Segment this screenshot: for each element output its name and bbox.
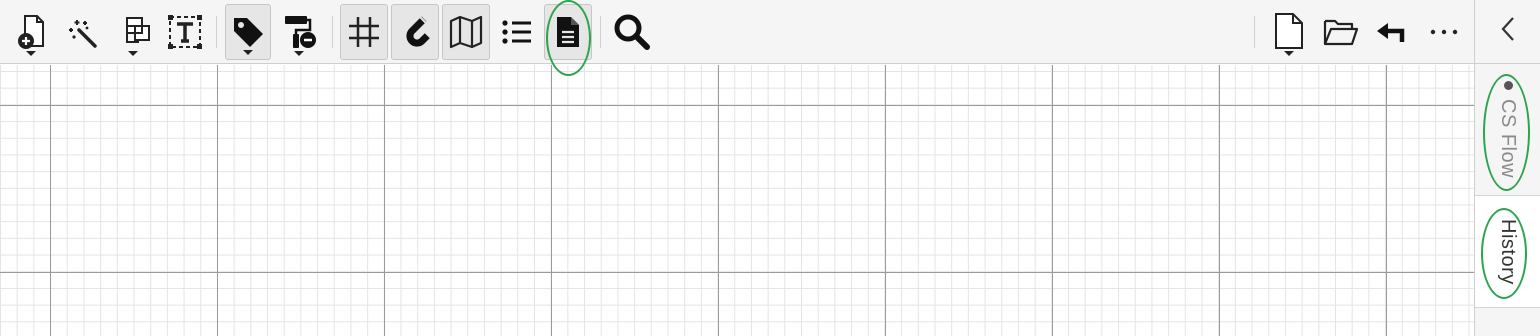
layers-icon [115, 12, 151, 52]
dropdown-caret-icon[interactable] [128, 51, 138, 56]
add-page-icon [13, 12, 49, 52]
diagram-canvas[interactable] [0, 65, 1474, 336]
tab-history[interactable]: History [1475, 196, 1540, 308]
search-icon [612, 12, 652, 52]
document-properties-button[interactable] [544, 4, 592, 60]
active-indicator-dot [1504, 81, 1513, 90]
grid-icon [347, 15, 381, 49]
magnet-icon [398, 15, 432, 49]
right-sidebar: CS Flow History [1474, 0, 1540, 336]
text-tool-button[interactable] [162, 4, 208, 60]
main-toolbar [0, 0, 1474, 64]
magic-wand-button[interactable] [60, 4, 106, 60]
collapse-sidebar-button[interactable] [1475, 0, 1540, 64]
document-icon [553, 15, 583, 49]
dropdown-caret-icon[interactable] [294, 51, 304, 56]
toolbar-divider [600, 16, 601, 48]
tag-button[interactable] [225, 4, 271, 60]
search-button[interactable] [609, 4, 655, 60]
magic-wand-icon [65, 14, 101, 50]
outline-button[interactable] [494, 4, 540, 60]
folder-open-icon [1322, 15, 1360, 49]
tag-icon [231, 15, 265, 49]
map-icon [448, 14, 484, 50]
grid-toggle[interactable] [340, 4, 388, 60]
new-shape-button[interactable] [8, 4, 54, 60]
arrange-button[interactable] [110, 4, 156, 60]
text-box-icon [165, 12, 205, 52]
dropdown-caret-icon[interactable] [1284, 51, 1294, 56]
format-paint-button[interactable] [276, 4, 322, 60]
toolbar-divider [332, 16, 333, 48]
chevron-left-icon [1500, 16, 1516, 47]
new-file-button[interactable] [1266, 4, 1312, 60]
undo-button[interactable] [1369, 4, 1415, 60]
dropdown-caret-icon[interactable] [243, 50, 253, 55]
file-icon [1272, 12, 1306, 52]
dropdown-caret-icon[interactable] [26, 51, 36, 56]
toolbar-divider [1254, 16, 1255, 48]
paint-roller-icon [279, 12, 319, 52]
toolbar-divider [216, 16, 217, 48]
snap-toggle[interactable] [391, 4, 439, 60]
map-toggle[interactable] [442, 4, 490, 60]
list-icon [500, 15, 534, 49]
tab-cs-flow-label: CS Flow [1497, 98, 1519, 179]
tab-cs-flow[interactable]: CS Flow [1475, 64, 1540, 196]
more-options-button[interactable] [1421, 4, 1467, 60]
open-button[interactable] [1318, 4, 1364, 60]
undo-arrow-icon [1374, 17, 1410, 47]
more-horizontal-icon [1429, 27, 1459, 37]
tab-history-label: History [1497, 218, 1519, 285]
